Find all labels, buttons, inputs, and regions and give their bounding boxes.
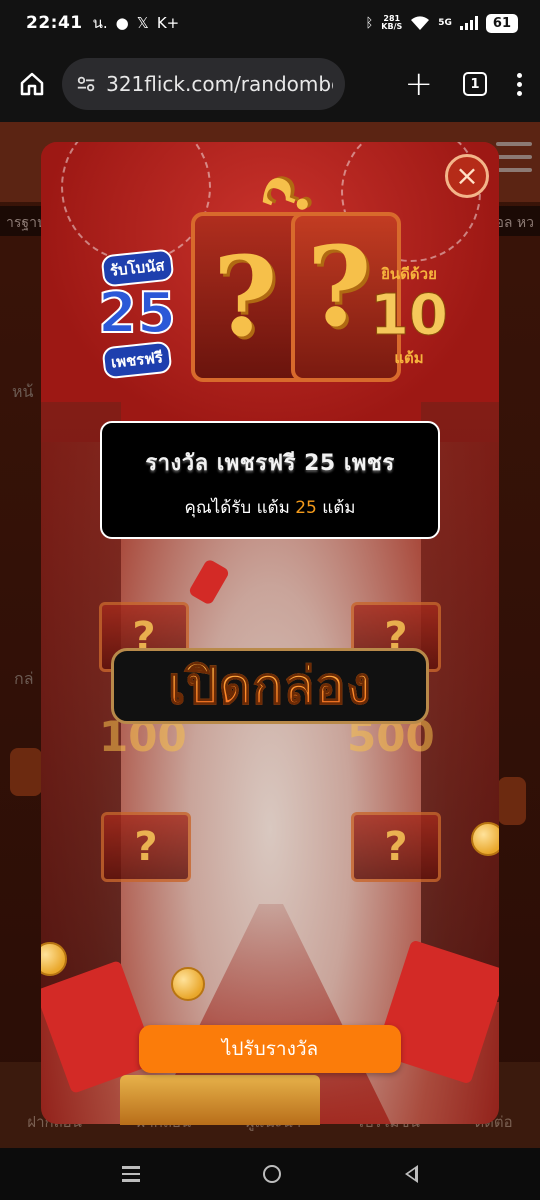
battery-indicator: 61 (485, 13, 518, 33)
net-speed: 281 KB/S (381, 15, 402, 31)
reward-sub-prefix: คุณได้รับ แต้ม (184, 498, 296, 518)
network-type: 5G (438, 18, 452, 28)
bluetooth-icon: ᛒ (365, 15, 374, 31)
random-box-modal: ? ? ? รับโบนัส 25 เพชรฟรี ยินดีด้วย 10 แ… (41, 142, 499, 1124)
carrier-label: น. (92, 14, 108, 32)
page-side-label-2: กล่ (14, 669, 34, 688)
browser-actions: + 1 (405, 67, 527, 101)
status-left-icons: น. ● 𝕏 K+ (93, 11, 180, 35)
system-nav-bar (0, 1148, 540, 1200)
reward-sub-suffix: แต้ม (316, 498, 356, 518)
claim-reward-button[interactable]: ไปรับรางวัล (139, 1025, 401, 1073)
url-text[interactable]: 321flick.com/randombox (106, 72, 333, 96)
more-menu-button[interactable] (517, 72, 522, 96)
close-button[interactable]: × (445, 154, 489, 198)
status-time: 22:41 (26, 13, 83, 33)
reward-subtitle: คุณได้รับ แต้ม 25 แต้ม (102, 494, 438, 521)
close-icon: × (455, 159, 479, 192)
page-side-button-right (498, 777, 526, 825)
wifi-icon (411, 16, 430, 30)
new-tab-button[interactable]: + (405, 67, 434, 101)
page-side-label-1: หน้ (12, 382, 34, 401)
signal-icon (459, 16, 478, 30)
coin-decoration (471, 822, 499, 856)
status-right-icons: ᛒ 281 KB/S 5G 61 (365, 13, 518, 33)
coin-decoration (171, 967, 205, 1001)
small-box-decoration: ? (351, 812, 441, 882)
site-settings-icon[interactable] (76, 73, 96, 95)
promo-right-number: 10 (370, 283, 449, 348)
x-logo-icon: 𝕏 (136, 14, 149, 32)
promo-bonus-left: รับโบนัส 25 เพชรฟรี (85, 248, 189, 380)
red-envelope-decoration (187, 558, 231, 606)
back-button[interactable] (405, 1165, 419, 1183)
reward-card: รางวัล เพชรฟรี 25 เพชร คุณได้รับ แต้ม 25… (100, 421, 440, 539)
tab-switcher-button[interactable]: 1 (463, 72, 487, 96)
gift-box-decoration (120, 1075, 320, 1125)
browser-toolbar: 321flick.com/randombox + 1 (0, 46, 540, 122)
reward-title: รางวัล เพชรฟรี 25 เพชร (145, 451, 395, 476)
reward-points: 25 (295, 498, 317, 518)
promo-left-number: 25 (97, 281, 177, 346)
small-box-decoration: ? (101, 812, 191, 882)
open-box-label: เปิดกล่อง (168, 647, 372, 726)
promo-right-bottom: แต้ม (394, 349, 424, 367)
status-bar: 22:41 น. ● 𝕏 K+ ᛒ 281 KB/S 5G 61 (0, 0, 540, 46)
net-speed-unit: KB/S (381, 22, 403, 31)
address-bar[interactable]: 321flick.com/randombox (62, 58, 345, 110)
kplus-icon: K+ (156, 14, 180, 32)
home-button[interactable] (14, 66, 50, 102)
open-box-button[interactable]: เปิดกล่อง (111, 648, 429, 724)
marquee-right-text: อล หว (495, 215, 534, 231)
home-nav-button[interactable] (263, 1165, 282, 1183)
page-menu-icon (496, 142, 532, 172)
promo-left-bottom: เพชรฟรี (101, 340, 173, 380)
recent-apps-button[interactable] (121, 1166, 140, 1182)
home-icon (20, 72, 44, 96)
chat-bubble-icon: ● (115, 14, 129, 32)
page-side-button-left (10, 748, 42, 796)
promo-bonus-right: ยินดีด้วย 10 แต้ม (359, 262, 459, 370)
